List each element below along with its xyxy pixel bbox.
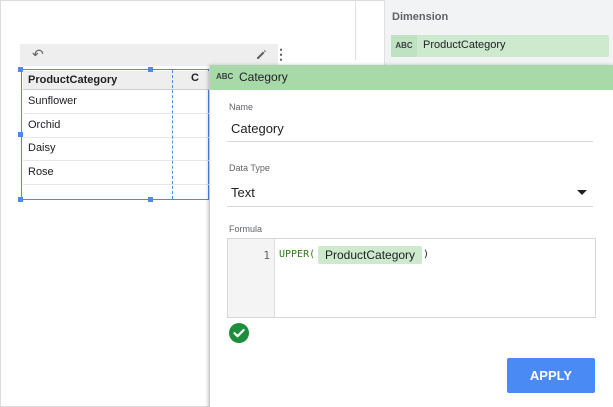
formula-editor[interactable]: 1 UPPER( ProductCategory )	[227, 238, 596, 318]
dialog-header: ABC Category	[210, 65, 613, 90]
datatype-label: Data Type	[229, 163, 270, 173]
table-cell: Rose	[28, 166, 54, 178]
formula-label: Formula	[229, 224, 263, 234]
table-row: Rose	[23, 161, 209, 185]
resize-handle[interactable]	[148, 67, 153, 72]
pencil-icon[interactable]	[256, 47, 267, 65]
table-row: Daisy	[23, 137, 209, 161]
chart-toolbar: ↶ ⋮	[20, 44, 288, 66]
line-gutter: 1	[228, 239, 275, 317]
undo-icon[interactable]: ↶	[32, 46, 44, 63]
resize-handle[interactable]	[18, 197, 23, 202]
table-cell: Orchid	[28, 119, 61, 131]
check-circle-icon	[229, 323, 249, 343]
table-row: Orchid	[23, 114, 209, 138]
column-header-productcategory[interactable]: ProductCategory	[28, 74, 117, 86]
field-editor-dialog: ABC Category Name Category Data Type Tex…	[210, 65, 613, 407]
formula-field-chip[interactable]: ProductCategory	[318, 246, 423, 264]
dimension-panel-title: Dimension	[392, 11, 449, 23]
resize-handle[interactable]	[148, 197, 153, 202]
name-label: Name	[229, 102, 254, 112]
name-input[interactable]: Category	[231, 121, 284, 136]
datatype-select[interactable]: Text	[231, 185, 255, 200]
formula-close-paren: )	[423, 249, 430, 260]
dialog-title: Category	[239, 70, 288, 84]
resize-handle[interactable]	[18, 67, 23, 72]
text-type-icon: ABC	[216, 72, 234, 81]
text-type-icon: ABC	[391, 35, 417, 57]
column-divider[interactable]	[172, 70, 173, 199]
chevron-down-icon[interactable]	[577, 190, 587, 195]
table-header: ProductCategory	[23, 71, 209, 90]
table-cell: Sunflower	[28, 95, 77, 107]
dimension-panel: Dimension ABC ProductCategory	[384, 0, 613, 66]
name-underline	[227, 141, 593, 142]
dimension-chip[interactable]: ABC ProductCategory	[391, 35, 609, 57]
more-vert-icon[interactable]: ⋮	[274, 46, 288, 62]
resize-handle[interactable]	[18, 132, 23, 137]
column-header-partial: C	[191, 72, 199, 84]
dimension-chip-label: ProductCategory	[423, 39, 506, 51]
line-number: 1	[263, 249, 270, 262]
table-row: Sunflower	[23, 90, 209, 114]
panel-divider	[355, 0, 356, 60]
formula-function: UPPER(	[279, 249, 316, 260]
datatype-underline	[227, 206, 593, 207]
table-cell: Daisy	[28, 142, 56, 154]
table-chart[interactable]: ProductCategory Sunflower Orchid Daisy R…	[21, 69, 209, 200]
apply-button[interactable]: APPLY	[507, 358, 595, 393]
